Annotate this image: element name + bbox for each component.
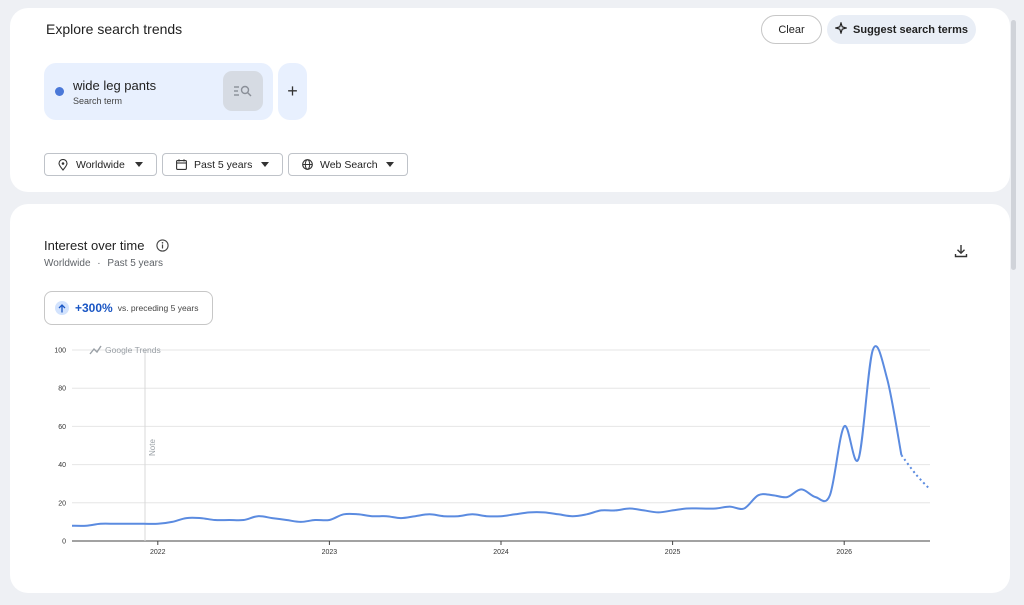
search-property-value: Web Search xyxy=(320,158,378,171)
interest-over-time-panel: Interest over time Worldwide · Past 5 ye… xyxy=(10,204,1010,593)
calendar-icon xyxy=(173,159,189,170)
search-property-filter[interactable]: Web Search xyxy=(288,153,408,176)
clear-button-label: Clear xyxy=(778,23,805,36)
y-tick-label: 100 xyxy=(54,348,66,355)
location-value: Worldwide xyxy=(76,158,125,171)
chevron-down-icon xyxy=(135,162,143,167)
x-tick-label: 2023 xyxy=(322,549,338,556)
suggest-button-label: Suggest search terms xyxy=(853,23,968,36)
watermark-text: Google Trends xyxy=(105,345,161,355)
x-tick-label: 2026 xyxy=(836,549,852,556)
y-tick-label: 20 xyxy=(58,500,66,507)
suggest-search-terms-button[interactable]: Suggest search terms xyxy=(827,15,976,44)
y-tick-label: 60 xyxy=(58,424,66,431)
globe-icon xyxy=(299,159,315,170)
series-line xyxy=(71,345,903,527)
x-tick-label: 2022 xyxy=(150,549,166,556)
chevron-down-icon xyxy=(386,162,394,167)
add-term-button[interactable]: + xyxy=(278,63,307,120)
y-tick-label: 40 xyxy=(58,462,66,469)
y-tick-label: 80 xyxy=(58,386,66,393)
interest-chart[interactable]: 0 20 40 60 80 100 2022 2023 2024 2025 2026 Note G… xyxy=(10,204,1010,593)
term-type: Search term xyxy=(73,96,123,106)
term-name: wide leg pants xyxy=(73,78,157,93)
time-range-value: Past 5 years xyxy=(194,158,253,171)
term-color-dot xyxy=(55,87,64,96)
y-tick-label: 0 xyxy=(62,539,66,546)
note-label: Note xyxy=(148,439,157,456)
page-title: Explore search trends xyxy=(46,21,183,37)
time-range-filter[interactable]: Past 5 years xyxy=(162,153,283,176)
page-scrollbar[interactable] xyxy=(1011,20,1016,270)
series-line-partial xyxy=(900,454,931,491)
search-list-icon[interactable] xyxy=(223,71,263,111)
search-term-chip[interactable]: wide leg pants Search term xyxy=(44,63,273,120)
x-tick-label: 2025 xyxy=(665,549,681,556)
clear-button[interactable]: Clear xyxy=(761,15,822,44)
chevron-down-icon xyxy=(261,162,269,167)
location-filter[interactable]: Worldwide xyxy=(44,153,157,176)
add-icon: + xyxy=(287,81,298,101)
location-pin-icon xyxy=(55,158,71,171)
x-tick-label: 2024 xyxy=(493,549,509,556)
sparkle-icon xyxy=(834,21,849,37)
explore-panel: Explore search trends Clear Suggest sear… xyxy=(10,8,1010,192)
